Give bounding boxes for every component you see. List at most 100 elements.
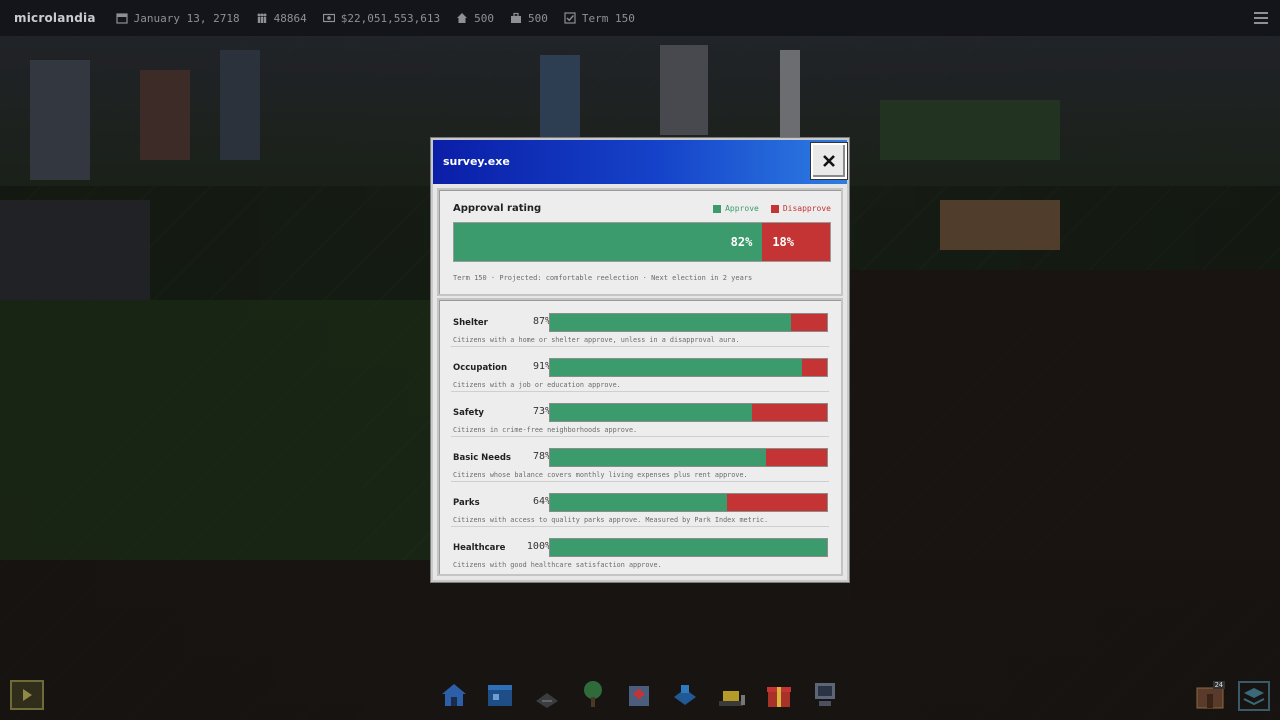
category-description: Citizens with access to quality parks ap… bbox=[453, 516, 769, 524]
house-icon bbox=[457, 13, 468, 23]
category-name: Safety bbox=[453, 408, 484, 418]
housing-stat: 500 bbox=[456, 12, 494, 25]
approval-heading: Approval rating bbox=[453, 203, 542, 214]
people-icon bbox=[257, 13, 267, 23]
close-button[interactable] bbox=[811, 143, 847, 179]
gift-icon bbox=[767, 687, 791, 707]
category-approve-fill bbox=[550, 449, 767, 466]
money-icon bbox=[322, 13, 335, 23]
category-disapprove-fill bbox=[766, 449, 827, 466]
term-stat: Term 150 bbox=[564, 12, 635, 25]
category-name: Shelter bbox=[453, 318, 488, 328]
notification-badge: 24 bbox=[1212, 681, 1225, 689]
bulldozer-icon bbox=[719, 691, 745, 706]
residential-tool-button[interactable] bbox=[437, 677, 471, 711]
approval-bar: 82% 18% bbox=[453, 222, 831, 262]
app-logo: microlandia bbox=[14, 11, 96, 25]
category-description: Citizens with a home or shelter approve,… bbox=[453, 336, 740, 344]
date-stat: January 13, 2718 bbox=[116, 12, 240, 25]
category-percent: 73% bbox=[532, 406, 551, 417]
category-row-occupation: Occupation 91% Citizens with a job or ed… bbox=[451, 347, 829, 392]
bulldozer-tool-button[interactable] bbox=[715, 677, 749, 711]
hospital-icon bbox=[629, 686, 649, 706]
close-icon bbox=[823, 155, 835, 167]
park-tool-button[interactable] bbox=[576, 677, 610, 711]
jobs-value: 500 bbox=[527, 11, 548, 25]
survey-dialog: survey.exe Approval rating Approve Disap… bbox=[431, 138, 849, 582]
category-approve-fill bbox=[550, 404, 753, 421]
category-percent: 100% bbox=[526, 541, 551, 552]
road-tool-button[interactable] bbox=[530, 677, 564, 711]
house-icon bbox=[442, 684, 466, 706]
layers-icon bbox=[1238, 681, 1270, 711]
funds-stat: $22,051,553,613 bbox=[322, 11, 441, 25]
category-approve-fill bbox=[550, 539, 827, 556]
category-percent: 91% bbox=[532, 361, 551, 372]
category-description: Citizens in crime-free neighborhoods app… bbox=[453, 426, 638, 434]
category-bar bbox=[549, 403, 828, 422]
category-name: Parks bbox=[453, 498, 480, 508]
category-row-basic-needs: Basic Needs 78% Citizens whose balance c… bbox=[451, 437, 829, 482]
category-bar bbox=[549, 538, 828, 557]
calendar-icon bbox=[116, 13, 128, 24]
category-bar bbox=[549, 313, 828, 332]
shop-icon bbox=[488, 685, 512, 706]
approval-categories-panel: Shelter 87% Citizens with a home or shel… bbox=[437, 298, 843, 576]
play-button[interactable] bbox=[10, 680, 44, 710]
date-value: January 13, 2718 bbox=[133, 11, 240, 25]
dialog-title: survey.exe bbox=[443, 155, 510, 168]
category-name: Healthcare bbox=[453, 543, 506, 553]
disapprove-percent: 18% bbox=[772, 235, 794, 249]
commercial-tool-button[interactable] bbox=[483, 677, 517, 711]
approval-approve-segment: 82% bbox=[454, 223, 763, 261]
disapprove-swatch bbox=[770, 204, 779, 213]
jobs-stat: 500 bbox=[510, 12, 548, 25]
category-disapprove-fill bbox=[727, 494, 827, 511]
category-percent: 87% bbox=[532, 316, 551, 327]
category-percent: 64% bbox=[532, 496, 551, 507]
category-row-parks: Parks 64% Citizens with access to qualit… bbox=[451, 482, 829, 527]
gift-tool-button[interactable] bbox=[762, 677, 796, 711]
category-row-healthcare: Healthcare 100% Citizens with good healt… bbox=[451, 527, 829, 572]
computer-icon bbox=[815, 683, 835, 706]
top-status-bar: microlandia January 13, 2718 48864 $22,0… bbox=[0, 0, 1280, 36]
road-icon bbox=[536, 693, 558, 708]
layers-button[interactable] bbox=[1237, 680, 1271, 712]
funds-value: $22,051,553,613 bbox=[340, 11, 441, 25]
approval-disapprove-segment: 18% bbox=[762, 223, 830, 261]
tree-icon bbox=[584, 681, 602, 707]
building-icon bbox=[674, 685, 696, 705]
category-disapprove-fill bbox=[752, 404, 827, 421]
legend-approve: Approve bbox=[725, 204, 759, 213]
category-bar bbox=[549, 448, 828, 467]
category-approve-fill bbox=[550, 359, 803, 376]
category-percent: 78% bbox=[532, 451, 551, 462]
approve-swatch bbox=[713, 204, 722, 213]
approval-note: Term 150 · Projected: comfortable reelec… bbox=[453, 274, 753, 282]
mail-button[interactable]: 24 bbox=[1193, 680, 1227, 712]
category-description: Citizens whose balance covers monthly li… bbox=[453, 471, 748, 479]
computer-tool-button[interactable] bbox=[808, 677, 842, 711]
population-value: 48864 bbox=[273, 11, 307, 25]
category-disapprove-fill bbox=[802, 359, 827, 376]
category-approve-fill bbox=[550, 314, 791, 331]
category-row-shelter: Shelter 87% Citizens with a home or shel… bbox=[451, 302, 829, 347]
category-disapprove-fill bbox=[790, 314, 827, 331]
approve-percent: 82% bbox=[730, 235, 753, 249]
category-row-safety: Safety 73% Citizens in crime-free neighb… bbox=[451, 392, 829, 437]
play-icon bbox=[23, 689, 32, 701]
hamburger-menu-icon[interactable] bbox=[1254, 11, 1268, 25]
category-bar bbox=[549, 358, 828, 377]
category-approve-fill bbox=[550, 494, 728, 511]
category-description: Citizens with a job or education approve… bbox=[453, 381, 621, 389]
services-tool-button[interactable] bbox=[668, 677, 702, 711]
checkbox-icon bbox=[564, 12, 576, 24]
category-name: Basic Needs bbox=[453, 453, 511, 463]
briefcase-icon bbox=[510, 12, 521, 23]
legend-disapprove: Disapprove bbox=[782, 204, 831, 213]
approval-legend: Approve Disapprove bbox=[713, 204, 831, 213]
dialog-title-bar[interactable]: survey.exe bbox=[433, 140, 847, 184]
approval-rating-panel: Approval rating Approve Disapprove 82% 1… bbox=[437, 188, 843, 296]
category-name: Occupation bbox=[453, 363, 508, 373]
hospital-tool-button[interactable] bbox=[622, 677, 656, 711]
